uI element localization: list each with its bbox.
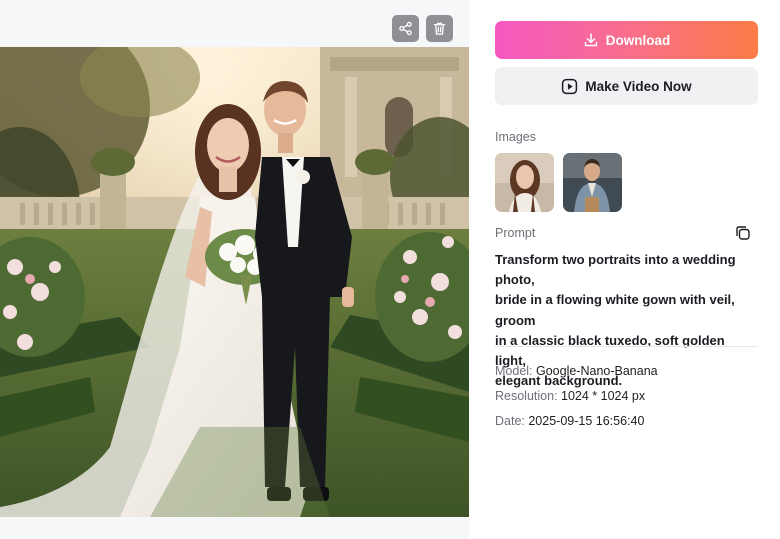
share-icon <box>399 21 412 36</box>
download-icon <box>584 33 597 47</box>
wedding-photo <box>0 47 469 517</box>
model-row: Model: Google-Nano-Banana <box>495 364 658 378</box>
input-image-thumbnail[interactable] <box>563 153 622 212</box>
resolution-key: Resolution: <box>495 389 562 403</box>
input-image-thumbnail[interactable] <box>495 153 554 212</box>
download-button[interactable]: Download <box>495 21 758 59</box>
generated-image[interactable] <box>0 47 469 517</box>
delete-button[interactable] <box>426 15 453 42</box>
play-square-icon <box>562 78 578 94</box>
divider <box>495 346 758 347</box>
preview-panel <box>0 0 469 539</box>
copy-prompt-button[interactable] <box>735 225 751 241</box>
make-video-button[interactable]: Make Video Now <box>495 67 758 105</box>
prompt-line: bride in a flowing white gown with veil,… <box>495 292 735 328</box>
man-portrait <box>563 153 622 212</box>
date-key: Date: <box>495 414 529 428</box>
date-value: 2025-09-15 16:56:40 <box>528 414 645 428</box>
share-button[interactable] <box>392 15 419 42</box>
prompt-label: Prompt <box>495 226 536 240</box>
download-label: Download <box>605 32 671 48</box>
model-key: Model: <box>495 364 536 378</box>
trash-icon <box>433 22 446 35</box>
prompt-line: Transform two portraits into a wedding p… <box>495 252 736 288</box>
make-video-label: Make Video Now <box>585 78 692 94</box>
copy-icon <box>736 226 750 240</box>
resolution-value: 1024 * 1024 px <box>561 389 646 403</box>
woman-portrait <box>495 153 554 212</box>
resolution-row: Resolution: 1024 * 1024 px <box>495 389 645 403</box>
images-label: Images <box>495 130 536 144</box>
model-value: Google-Nano-Banana <box>536 364 658 378</box>
date-row: Date: 2025-09-15 16:56:40 <box>495 414 644 428</box>
